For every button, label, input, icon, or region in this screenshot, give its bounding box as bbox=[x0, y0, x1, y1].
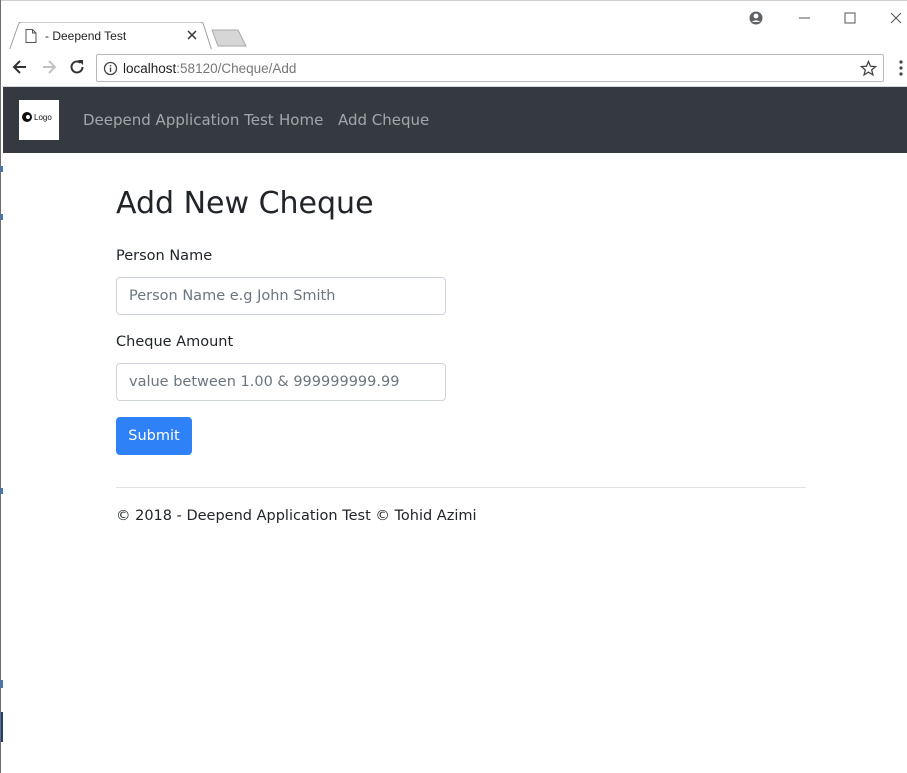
person-name-label: Person Name bbox=[116, 248, 213, 264]
page-icon bbox=[25, 29, 37, 43]
tab-title: - Deepend Test bbox=[45, 29, 127, 43]
browser-menu-icon[interactable] bbox=[895, 58, 907, 78]
tab-strip: - Deepend Test bbox=[1, 0, 907, 51]
logo-mark-icon bbox=[22, 112, 32, 122]
close-tab-icon[interactable] bbox=[185, 28, 199, 42]
background-window-edge bbox=[1, 166, 3, 172]
background-window-edge bbox=[1, 680, 3, 688]
info-icon[interactable] bbox=[103, 61, 118, 76]
new-tab-button[interactable] bbox=[210, 29, 248, 47]
forward-icon[interactable] bbox=[39, 57, 59, 77]
navbar-brand[interactable]: Deepend Application Test bbox=[83, 111, 274, 129]
logo[interactable]: Logo bbox=[19, 100, 59, 140]
maximize-icon[interactable] bbox=[841, 9, 859, 27]
cheque-amount-label: Cheque Amount bbox=[116, 334, 234, 350]
browser-toolbar: localhost:58120/Cheque/Add bbox=[2, 49, 907, 87]
address-bar[interactable]: localhost:58120/Cheque/Add bbox=[96, 54, 884, 82]
submit-button[interactable]: Submit bbox=[116, 417, 192, 455]
browser-window: - Deepend Test localhost:58120/Cheque/Ad… bbox=[0, 0, 907, 773]
background-window-edge bbox=[1, 712, 3, 742]
url-path: :58120/Cheque/Add bbox=[176, 61, 297, 76]
profile-icon[interactable] bbox=[747, 9, 765, 27]
footer-text: © 2018 - Deepend Application Test © Tohi… bbox=[116, 508, 477, 524]
close-window-icon[interactable] bbox=[887, 9, 905, 27]
back-icon[interactable] bbox=[10, 57, 30, 77]
background-window-edge bbox=[1, 214, 3, 220]
person-name-input[interactable] bbox=[116, 277, 446, 315]
url-text[interactable]: localhost:58120/Cheque/Add bbox=[123, 61, 296, 76]
nav-link-add-cheque[interactable]: Add Cheque bbox=[338, 111, 429, 129]
nav-link-home[interactable]: Home bbox=[279, 111, 323, 129]
cheque-amount-input[interactable] bbox=[116, 363, 446, 401]
bookmark-star-icon[interactable] bbox=[860, 60, 877, 77]
logo-text: Logo bbox=[34, 113, 52, 122]
minimize-icon[interactable] bbox=[796, 9, 814, 27]
footer-divider bbox=[116, 487, 806, 488]
url-host: localhost bbox=[123, 61, 177, 76]
background-window-edge bbox=[1, 488, 3, 494]
page-title: Add New Cheque bbox=[116, 186, 374, 221]
reload-icon[interactable] bbox=[67, 57, 87, 77]
app-navbar: Logo Deepend Application Test Home Add C… bbox=[3, 87, 907, 153]
